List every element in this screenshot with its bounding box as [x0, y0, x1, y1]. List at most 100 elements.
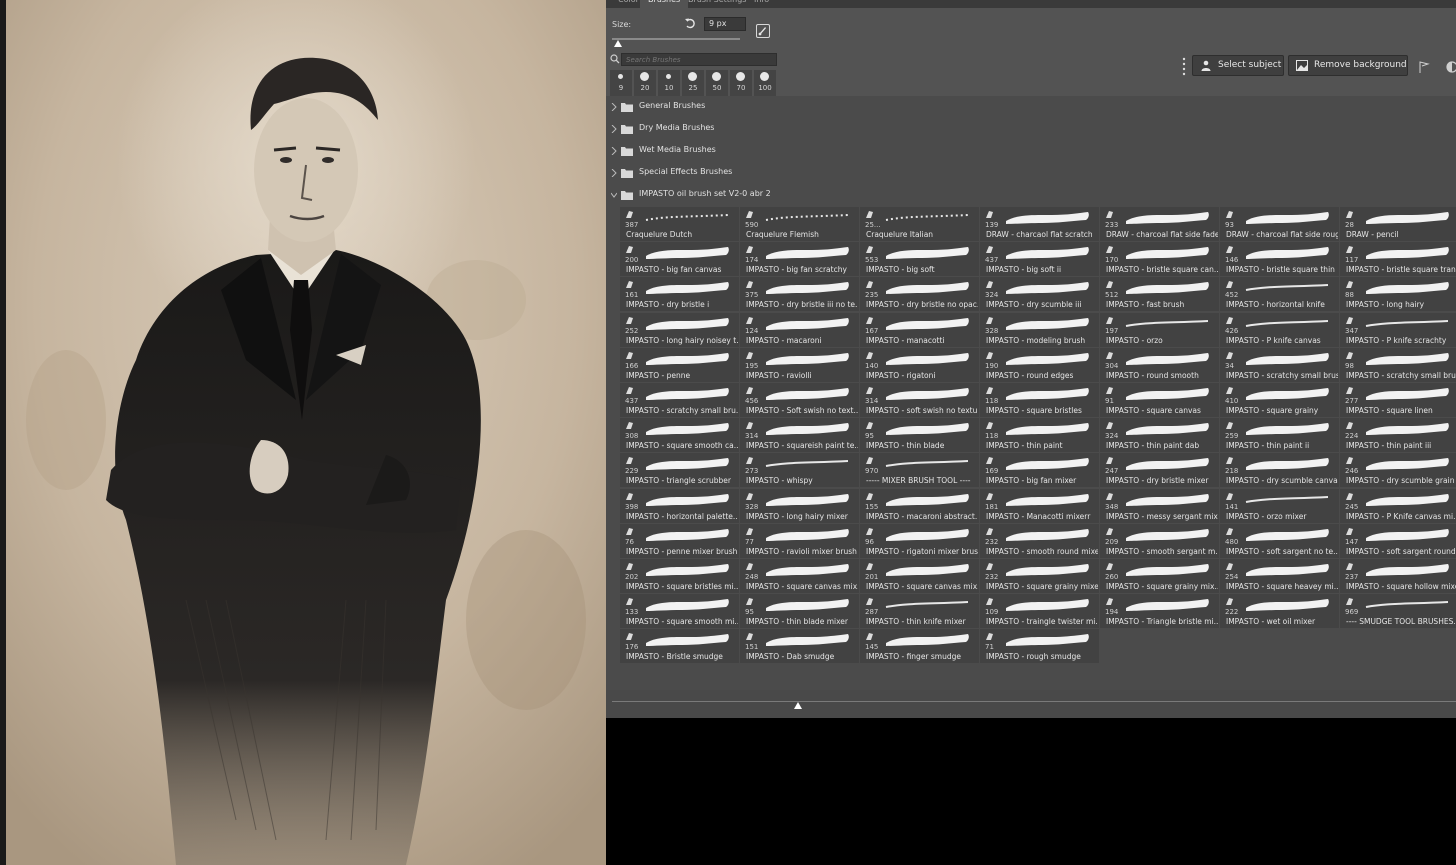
chevron-down-icon[interactable]	[611, 191, 617, 199]
brush-preset-item[interactable]: 124 IMPASTO - macaroni	[740, 312, 859, 347]
brush-preset-item[interactable]: 91 IMPASTO - square canvas	[1100, 383, 1219, 417]
brush-preset-item[interactable]: 260 IMPASTO - square grainy mix...	[1100, 559, 1219, 593]
brush-group-row[interactable]: Wet Media Brushes	[606, 140, 1456, 162]
brush-preset-item[interactable]: 324 IMPASTO - dry scumble iii	[980, 277, 1099, 312]
chevron-right-icon[interactable]	[611, 147, 617, 155]
brush-preset-item[interactable]: 232 IMPASTO - smooth round mixer	[980, 523, 1099, 558]
brush-preset-item[interactable]: 308 IMPASTO - square smooth ca...	[620, 418, 739, 453]
brush-preset-item[interactable]: 25... Craquelure Italian	[860, 207, 979, 241]
preset-brush[interactable]: 9	[610, 70, 632, 96]
brush-preset-item[interactable]: 195 IMPASTO - raviolli	[740, 347, 859, 382]
preset-brush[interactable]: 50	[706, 70, 728, 96]
brush-group-row[interactable]: IMPASTO oil brush set V2-0 abr 2	[606, 184, 1456, 206]
brush-preset-item[interactable]: 233 DRAW - charcoal flat side fade	[1100, 207, 1219, 241]
brush-preset-item[interactable]: 347 IMPASTO - P knife scrachty	[1340, 312, 1456, 347]
brush-preset-item[interactable]: 553 IMPASTO - big soft	[860, 242, 979, 277]
brush-preset-item[interactable]: 209 IMPASTO - smooth sergant m...	[1100, 523, 1219, 558]
brush-preset-item[interactable]: 248 IMPASTO - square canvas mix...	[740, 559, 859, 593]
brush-preset-item[interactable]: 452 IMPASTO - horizontal knife	[1220, 277, 1339, 312]
brush-group-row[interactable]: General Brushes	[606, 96, 1456, 118]
size-slider-handle[interactable]	[613, 40, 622, 47]
brush-preset-item[interactable]: 139 DRAW - charcaol flat scratch	[980, 207, 1099, 241]
brush-preset-item[interactable]: 328 IMPASTO - modeling brush	[980, 312, 1099, 347]
preset-brush[interactable]: 70	[730, 70, 752, 96]
brush-preset-item[interactable]: 118 IMPASTO - thin paint	[980, 418, 1099, 453]
brush-preset-item[interactable]: 328 IMPASTO - long hairy mixer	[740, 488, 859, 523]
brush-preset-item[interactable]: 387 Craquelure Dutch	[620, 207, 739, 241]
brush-preset-item[interactable]: 304 IMPASTO - round smooth	[1100, 347, 1219, 382]
brush-preset-item[interactable]: 398 IMPASTO - horizontal palette...	[620, 488, 739, 523]
chevron-right-icon[interactable]	[611, 169, 617, 177]
brush-preset-item[interactable]: 235 IMPASTO - dry bristle no opac...	[860, 277, 979, 312]
brush-preset-item[interactable]: 324 IMPASTO - thin paint dab	[1100, 418, 1219, 453]
brush-preset-item[interactable]: 95 IMPASTO - thin blade mixer	[740, 594, 859, 629]
brush-preset-item[interactable]: 141 IMPASTO - orzo mixer	[1220, 488, 1339, 523]
brush-preset-item[interactable]: 151 IMPASTO - Dab smudge	[740, 629, 859, 664]
brush-preset-item[interactable]: 161 IMPASTO - dry bristle i	[620, 277, 739, 312]
brush-preset-item[interactable]: 76 IMPASTO - penne mixer brush	[620, 523, 739, 558]
brush-preset-item[interactable]: 237 IMPASTO - square hollow mixer	[1340, 559, 1456, 593]
brush-preset-item[interactable]: 202 IMPASTO - square bristles mi...	[620, 559, 739, 593]
brush-preset-item[interactable]: 98 IMPASTO - scratchy small bru...	[1340, 347, 1456, 382]
brush-preset-item[interactable]: 245 IMPASTO - P Knife canvas mi...	[1340, 488, 1456, 523]
brush-preset-item[interactable]: 109 IMPASTO - traingle twister mi...	[980, 594, 1099, 629]
search-brushes-input[interactable]	[621, 53, 777, 66]
brush-group-row[interactable]: Special Effects Brushes	[606, 162, 1456, 184]
brush-preset-item[interactable]: 118 IMPASTO - square bristles	[980, 383, 1099, 417]
brush-preset-item[interactable]: 166 IMPASTO - penne	[620, 347, 739, 382]
brush-preset-item[interactable]: 200 IMPASTO - big fan canvas	[620, 242, 739, 277]
brush-preset-item[interactable]: 117 IMPASTO - bristle square tran...	[1340, 242, 1456, 277]
tab-info[interactable]: Info	[746, 0, 777, 8]
preset-brush[interactable]: 100	[754, 70, 776, 96]
brush-preset-item[interactable]: 147 IMPASTO - soft sargent round...	[1340, 523, 1456, 558]
brush-preset-item[interactable]: 232 IMPASTO - square grainy mixer	[980, 559, 1099, 593]
document-canvas[interactable]	[0, 0, 606, 865]
brush-preset-item[interactable]: 222 IMPASTO - wet oil mixer	[1220, 594, 1339, 629]
brush-preset-item[interactable]: 246 IMPASTO - dry scumble grain	[1340, 453, 1456, 488]
brush-preset-item[interactable]: 88 IMPASTO - long hairy	[1340, 277, 1456, 312]
brush-preset-item[interactable]: 145 IMPASTO - finger smudge	[860, 629, 979, 664]
more-options-icon[interactable]	[1182, 56, 1186, 76]
tab-brush-settings[interactable]: Brush Settings	[680, 0, 754, 8]
brush-preset-item[interactable]: 71 IMPASTO - rough smudge	[980, 629, 1099, 664]
brush-preset-item[interactable]: 155 IMPASTO - macaroni abstract...	[860, 488, 979, 523]
zoom-slider-handle[interactable]	[793, 702, 802, 709]
zoom-slider-track[interactable]	[612, 701, 1456, 702]
brush-preset-item[interactable]: 181 IMPASTO - Manacotti mixerr	[980, 488, 1099, 523]
brush-preset-item[interactable]: 969 ---- SMUDGE TOOL BRUSHES...	[1340, 594, 1456, 629]
size-slider-track[interactable]	[612, 38, 740, 40]
brush-preset-item[interactable]: 512 IMPASTO - fast brush	[1100, 277, 1219, 312]
brush-preset-item[interactable]: 277 IMPASTO - square linen	[1340, 383, 1456, 417]
brush-preset-item[interactable]: 28 DRAW - pencil	[1340, 207, 1456, 241]
brush-preset-item[interactable]: 456 IMPASTO - Soft swish no text...	[740, 383, 859, 417]
brush-preset-item[interactable]: 174 IMPASTO - big fan scratchy	[740, 242, 859, 277]
brush-preset-item[interactable]: 229 IMPASTO - triangle scrubber	[620, 453, 739, 488]
brush-preset-item[interactable]: 314 IMPASTO - squareish paint te...	[740, 418, 859, 453]
brush-preset-item[interactable]: 34 IMPASTO - scratchy small brush	[1220, 347, 1339, 382]
brush-preset-item[interactable]: 96 IMPASTO - rigatoni mixer brush	[860, 523, 979, 558]
brush-preset-item[interactable]: 247 IMPASTO - dry bristle mixer	[1100, 453, 1219, 488]
brush-preset-item[interactable]: 287 IMPASTO - thin knife mixer	[860, 594, 979, 629]
brush-preset-item[interactable]: 169 IMPASTO - big fan mixer	[980, 453, 1099, 488]
brush-preset-item[interactable]: 190 IMPASTO - round edges	[980, 347, 1099, 382]
brush-preset-item[interactable]: 95 IMPASTO - thin blade	[860, 418, 979, 453]
brush-preset-item[interactable]: 194 IMPASTO - Triangle bristle mi...	[1100, 594, 1219, 629]
select-subject-button[interactable]: Select subject	[1192, 55, 1284, 76]
brush-preset-item[interactable]: 218 IMPASTO - dry scumble canva...	[1220, 453, 1339, 488]
brush-preset-item[interactable]: 201 IMPASTO - square canvas mix...	[860, 559, 979, 593]
brush-preset-item[interactable]: 437 IMPASTO - scratchy small bru...	[620, 383, 739, 417]
brush-preset-item[interactable]: 197 IMPASTO - orzo	[1100, 312, 1219, 347]
brush-pose-icon[interactable]	[756, 24, 770, 38]
brush-preset-item[interactable]: 224 IMPASTO - thin paint iii	[1340, 418, 1456, 453]
preset-brush[interactable]: 20	[634, 70, 656, 96]
brush-group-row[interactable]: Dry Media Brushes	[606, 118, 1456, 140]
preset-brush[interactable]: 10	[658, 70, 680, 96]
brush-preset-item[interactable]: 140 IMPASTO - rigatoni	[860, 347, 979, 382]
brush-preset-item[interactable]: 167 IMPASTO - manacotti	[860, 312, 979, 347]
brush-preset-item[interactable]: 437 IMPASTO - big soft ii	[980, 242, 1099, 277]
brush-preset-item[interactable]: 348 IMPASTO - messy sergant mix...	[1100, 488, 1219, 523]
brush-preset-item[interactable]: 254 IMPASTO - square heavey mi...	[1220, 559, 1339, 593]
brush-preset-item[interactable]: 410 IMPASTO - square grainy	[1220, 383, 1339, 417]
preset-brush[interactable]: 25	[682, 70, 704, 96]
brush-preset-item[interactable]: 273 IMPASTO - whispy	[740, 453, 859, 488]
